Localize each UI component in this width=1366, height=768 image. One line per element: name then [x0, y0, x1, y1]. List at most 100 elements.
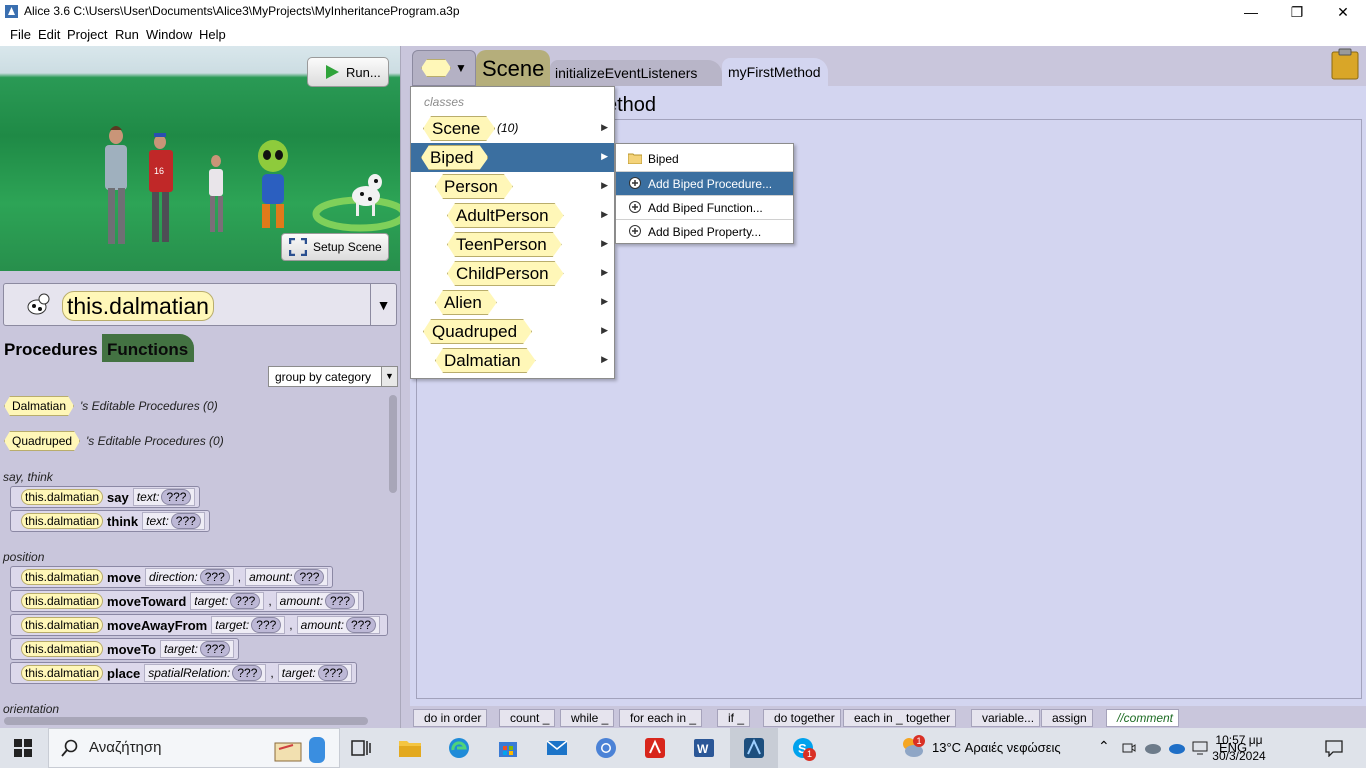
control-while[interactable]: while _	[560, 709, 615, 727]
menu-window[interactable]: Window	[146, 27, 192, 42]
dalmatian-class-pill[interactable]: Dalmatian	[4, 396, 74, 416]
menu-run[interactable]: Run	[115, 27, 139, 42]
procedure-name: place	[107, 665, 141, 681]
meet-now-icon[interactable]	[1122, 741, 1136, 755]
close-button[interactable]: ✕	[1320, 0, 1366, 24]
procedure-tile-move[interactable]: this.dalmatian move direction:???, amoun…	[10, 566, 334, 588]
procedures-horizontal-scrollbar[interactable]	[4, 717, 368, 725]
menu-item-teenperson[interactable]: TeenPerson ▶	[411, 230, 614, 259]
run-label: Run...	[346, 64, 381, 80]
edge-browser-icon[interactable]	[447, 736, 471, 760]
procedure-target: this.dalmatian	[21, 489, 104, 505]
procedures-vertical-scrollbar[interactable]	[389, 395, 397, 493]
menu-file[interactable]: File	[10, 27, 31, 42]
maximize-button[interactable]: ❐	[1274, 0, 1320, 24]
procedure-tile-moveto[interactable]: this.dalmatian moveTo target:???	[10, 638, 239, 660]
param-name: target:	[194, 594, 229, 608]
clipboard-icon[interactable]	[1330, 48, 1360, 80]
acrobat-icon[interactable]	[643, 736, 667, 760]
submenu-item-add-property[interactable]: Add Biped Property...	[616, 220, 793, 243]
menu-item-quadruped[interactable]: Quadruped ▶	[411, 317, 614, 346]
control-assign[interactable]: assign	[1041, 709, 1093, 727]
tab-procedures[interactable]: Procedures	[0, 334, 104, 362]
menu-item-person[interactable]: Person ▶	[411, 172, 614, 201]
procedure-tile-think[interactable]: this.dalmatian think text:???	[10, 510, 210, 532]
taskbar-clock[interactable]: 10:57 μμ 30/3/2024	[1206, 732, 1272, 764]
procedure-name: say	[107, 489, 129, 505]
taskbar-search-box[interactable]: Αναζήτηση	[48, 728, 340, 768]
menu-item-alien[interactable]: Alien ▶	[411, 288, 614, 317]
control-variable[interactable]: variable...	[971, 709, 1041, 727]
submenu-arrow-icon: ▶	[601, 180, 608, 190]
procedure-name: move	[107, 569, 142, 585]
submenu-item-add-function[interactable]: Add Biped Function...	[616, 196, 793, 219]
tab-functions[interactable]: Functions	[102, 334, 194, 362]
procedure-param: spatialRelation:???	[144, 664, 267, 682]
procedure-target: this.dalmatian	[21, 513, 104, 529]
alice-icon[interactable]	[742, 736, 766, 760]
submenu-item-biped[interactable]: Biped	[616, 147, 793, 170]
notifications-icon[interactable]	[1325, 739, 1343, 757]
control-do-in-order[interactable]: do in order	[413, 709, 488, 727]
param-name: amount:	[249, 570, 293, 584]
class-pill-teenperson: TeenPerson	[447, 232, 562, 257]
menu-help[interactable]: Help	[199, 27, 226, 42]
quadruped-class-pill[interactable]: Quadruped	[4, 431, 80, 451]
mail-icon[interactable]	[545, 736, 569, 760]
chrome-icon[interactable]	[594, 736, 618, 760]
procedure-tile-place[interactable]: this.dalmatian place spatialRelation:???…	[10, 662, 357, 684]
horizontal-splitter[interactable]	[0, 271, 400, 281]
word-icon[interactable]: W	[692, 736, 716, 760]
menu-project[interactable]: Project	[67, 27, 107, 42]
tab-initialize-event-listeners[interactable]: initializeEventListeners	[550, 60, 722, 86]
chevron-up-icon[interactable]: ⌃	[1098, 738, 1110, 755]
dropdown-arrow-icon[interactable]: ▼	[370, 284, 396, 325]
add-icon	[629, 201, 641, 213]
param-name: target:	[281, 666, 316, 680]
weather-text[interactable]: 13°C Αραιές νεφώσεις	[932, 740, 1061, 755]
group-by-select[interactable]: group by category ▼	[268, 366, 398, 387]
param-value: ???	[251, 617, 282, 633]
procedure-param: direction:???	[145, 568, 234, 586]
menu-item-childperson[interactable]: ChildPerson ▶	[411, 259, 614, 288]
child-person-figure	[209, 155, 223, 232]
procedure-tile-movetoward[interactable]: this.dalmatian moveToward target:???, am…	[10, 590, 365, 612]
file-explorer-icon[interactable]	[398, 736, 422, 760]
vertical-splitter[interactable]	[400, 46, 410, 728]
control-do-together[interactable]: do together	[763, 709, 841, 727]
param-value: ???	[230, 593, 261, 609]
control-count[interactable]: count _	[499, 709, 556, 727]
setup-scene-button[interactable]: Setup Scene	[281, 233, 389, 261]
store-icon[interactable]	[496, 736, 520, 760]
class-type-button[interactable]: ▼	[412, 50, 476, 86]
title-bar: Alice 3.6 C:\Users\User\Documents\Alice3…	[0, 0, 1366, 24]
control-each-in-together[interactable]: each in _ together	[843, 709, 957, 727]
onedrive-sync-icon[interactable]	[1144, 741, 1162, 755]
param-value: ???	[294, 569, 325, 585]
menu-item-adultperson[interactable]: AdultPerson ▶	[411, 201, 614, 230]
windows-start-icon[interactable]	[14, 739, 32, 757]
control-comment[interactable]: //comment	[1106, 709, 1180, 727]
run-button[interactable]: Run...	[307, 57, 389, 87]
window-title: Alice 3.6 C:\Users\User\Documents\Alice3…	[24, 4, 460, 18]
procedure-tile-say[interactable]: this.dalmatian say text:???	[10, 486, 201, 508]
minimize-button[interactable]: —	[1228, 0, 1274, 24]
procedure-param: target:???	[159, 640, 234, 658]
onedrive-icon[interactable]	[1168, 741, 1186, 755]
search-icon	[61, 739, 78, 757]
menu-bar: File Edit Project Run Window Help	[0, 24, 1366, 46]
menu-item-dalmatian[interactable]: Dalmatian ▶	[411, 346, 614, 375]
control-if[interactable]: if _	[717, 709, 751, 727]
task-view-icon[interactable]	[349, 736, 373, 760]
procedure-tile-moveawayfrom[interactable]: this.dalmatian moveAwayFrom target:???, …	[10, 614, 388, 636]
tab-my-first-method[interactable]: myFirstMethod	[722, 58, 828, 86]
menu-item-biped[interactable]: Biped ▶	[411, 143, 614, 172]
control-for-each-in[interactable]: for each in _	[619, 709, 703, 727]
object-selector[interactable]: this.dalmatian ▼	[3, 283, 397, 326]
menu-edit[interactable]: Edit	[38, 27, 60, 42]
submenu-item-add-procedure[interactable]: Add Biped Procedure...	[616, 172, 793, 195]
procedures-panel: group by category ▼ Dalmatian 's Editabl…	[0, 362, 400, 728]
procedure-target: this.dalmatian	[21, 617, 104, 633]
menu-item-scene[interactable]: Scene (10) ▶	[411, 114, 614, 143]
tab-scene[interactable]: Scene	[476, 50, 550, 86]
